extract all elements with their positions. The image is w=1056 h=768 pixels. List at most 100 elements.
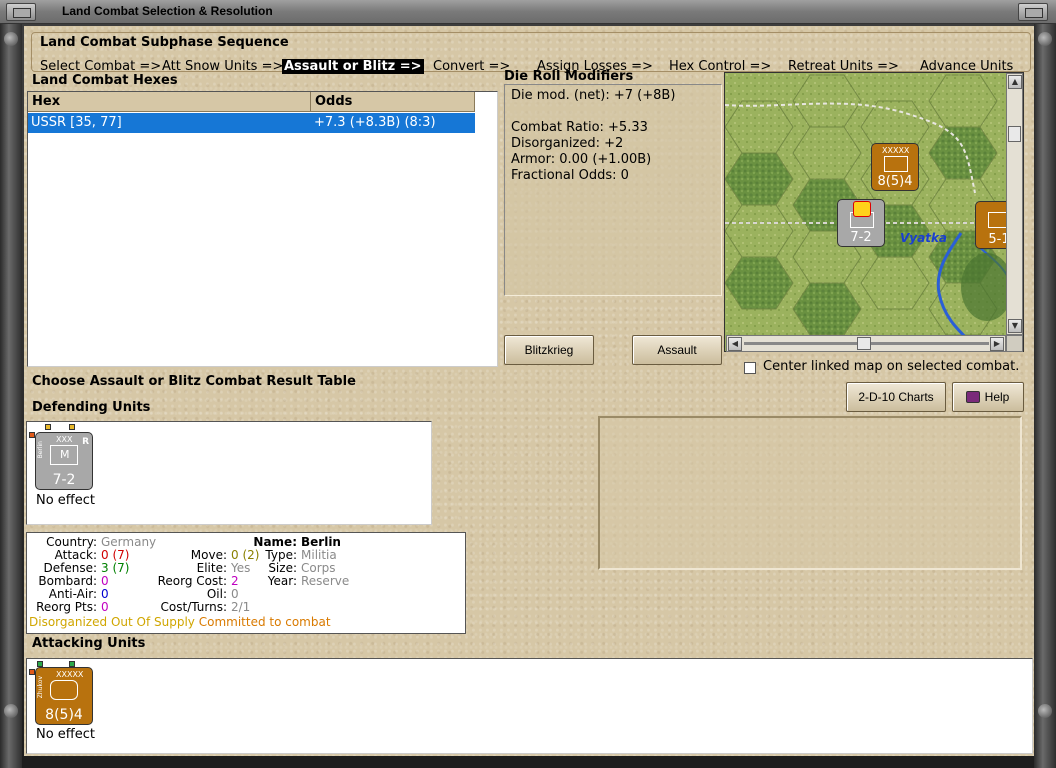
reorg-cost-label: Reorg Cost:	[157, 574, 227, 588]
window-close-button[interactable]	[1018, 3, 1048, 21]
bombard-label: Bombard:	[38, 574, 97, 588]
size-label: Size:	[268, 561, 297, 575]
column-header-odds[interactable]: Odds	[311, 92, 475, 112]
column-header-hex[interactable]: Hex	[28, 92, 311, 112]
step-att-snow-units: Att Snow Units =>	[162, 59, 284, 74]
window-menu-button[interactable]	[6, 3, 36, 21]
window-title: Land Combat Selection & Resolution	[62, 4, 273, 18]
defense-label: Defense:	[43, 561, 97, 575]
map-unit-zhukov[interactable]: XXXXX 8(5)4	[871, 143, 919, 191]
type-label: Type:	[265, 548, 297, 562]
linked-map[interactable]: Vyatka XXXXX 8(5)4 7-2 5-1	[724, 72, 1024, 352]
step-assault-or-blitz: Assault or Blitz =>	[282, 59, 424, 74]
assault-button[interactable]: Assault	[632, 335, 722, 365]
defending-units-title: Defending Units	[32, 400, 151, 415]
scroll-left-icon[interactable]: ◀	[728, 337, 742, 351]
scroll-down-icon[interactable]: ▼	[1008, 319, 1022, 333]
left-frame	[0, 24, 22, 768]
help-button-label: Help	[984, 390, 1010, 404]
center-map-label: Center linked map on selected combat.	[763, 359, 1020, 374]
modifier-disorganized: Disorganized: +2	[511, 136, 624, 151]
bolt-icon	[1038, 704, 1052, 718]
unit-strength: 7-2	[52, 472, 76, 488]
defending-unit-berlin[interactable]: Berlin XXX R M 7-2	[35, 432, 93, 490]
step-convert: Convert =>	[433, 59, 511, 74]
right-frame	[1034, 24, 1056, 768]
attack-potential: (7)	[112, 548, 130, 562]
status-out-of-supply: Out Of Supply	[110, 615, 195, 629]
modifiers-panel: Die mod. (net): +7 (+8B) Combat Ratio: +…	[504, 84, 722, 296]
oil-value: 0	[231, 587, 239, 601]
name-value: Berlin	[301, 535, 341, 549]
map-horizontal-scrollbar[interactable]: ◀ ▶	[726, 335, 1006, 352]
scroll-right-icon[interactable]: ▶	[990, 337, 1004, 351]
combat-hexes-title: Land Combat Hexes	[32, 73, 178, 88]
antiair-label: Anti-Air:	[48, 587, 97, 601]
help-book-icon	[966, 391, 980, 403]
vertical-scroll-thumb[interactable]	[1008, 126, 1021, 142]
horizontal-scroll-thumb[interactable]	[857, 337, 871, 350]
militia-symbol-icon: M	[50, 445, 78, 465]
attack-value: 0	[101, 548, 109, 562]
bombard-value: 0	[101, 574, 109, 588]
armor-symbol-icon	[50, 680, 78, 700]
blitzkrieg-button[interactable]: Blitzkrieg	[504, 335, 594, 365]
combat-explosion-icon	[853, 201, 871, 217]
unit-name: Zhukov	[37, 676, 44, 699]
modifier-net: Die mod. (net): +7 (+8B)	[511, 88, 676, 103]
armor-symbol-icon	[884, 156, 908, 172]
map-vertical-scrollbar[interactable]: ▲ ▼	[1006, 73, 1023, 335]
attack-label: Attack:	[54, 548, 97, 562]
status-line: Disorganized Out Of Supply Committed to …	[29, 615, 331, 629]
step-select-combat: Select Combat =>	[40, 59, 162, 74]
help-button[interactable]: Help	[952, 382, 1024, 412]
attacking-units-panel: Zhukov XXXXX 8(5)4 No effect	[26, 658, 1033, 754]
year-value: Reserve	[301, 574, 350, 588]
size-value: Corps	[301, 561, 336, 575]
bolt-icon	[1038, 32, 1052, 46]
reserve-mark: R	[82, 437, 89, 447]
dialog-content: Land Combat Subphase Sequence Select Com…	[24, 26, 1034, 756]
unit-info-panel: Country: Germany Attack: 0 (7) Defense: …	[26, 532, 466, 634]
defense-potential: (7)	[112, 561, 130, 575]
unit-size: XXXXX	[882, 146, 910, 155]
center-map-checkbox[interactable]	[744, 362, 756, 374]
country-label: Country:	[46, 535, 97, 549]
unit-type-mark: M	[60, 448, 70, 461]
antiair-value: 0	[101, 587, 109, 601]
combat-hex-row-hex[interactable]: USSR [35, 77]	[28, 113, 311, 133]
combat-hexes-list[interactable]: Hex Odds USSR [35, 77] +7.3 (+8.3B) (8:3…	[27, 91, 498, 367]
subphase-sequence: Land Combat Subphase Sequence Select Com…	[31, 32, 1031, 74]
charts-button[interactable]: 2-D-10 Charts	[846, 382, 946, 412]
modifier-combat-ratio: Combat Ratio: +5.33	[511, 120, 648, 135]
modifier-armor: Armor: 0.00 (+1.00B)	[511, 152, 652, 167]
name-label: Name:	[253, 535, 297, 549]
modifiers-title: Die Roll Modifiers	[504, 69, 634, 84]
cost-turns-label: Cost/Turns:	[160, 600, 227, 614]
defense-value: 3	[101, 561, 109, 575]
year-label: Year:	[267, 574, 297, 588]
defending-unit-result: No effect	[36, 493, 96, 508]
unit-strength: 8(5)4	[877, 174, 913, 189]
type-value: Militia	[301, 548, 337, 562]
status-disorganized: Disorganized	[29, 615, 108, 629]
move-label: Move:	[190, 548, 227, 562]
country-value: Germany	[101, 535, 157, 549]
reorg-pts-label: Reorg Pts:	[36, 600, 97, 614]
title-bar: Land Combat Selection & Resolution	[0, 0, 1056, 24]
unit-status-pip	[69, 424, 75, 430]
choose-crt-prompt: Choose Assault or Blitz Combat Result Ta…	[32, 374, 356, 389]
application-window: Land Combat Selection & Resolution Land …	[0, 0, 1056, 768]
unit-size: XXX	[56, 435, 73, 444]
status-committed: Committed to combat	[198, 615, 331, 629]
scroll-corner	[1006, 335, 1023, 352]
sequence-title: Land Combat Subphase Sequence	[40, 35, 289, 50]
bolt-icon	[4, 32, 18, 46]
oil-label: Oil:	[206, 587, 227, 601]
attacking-unit-result: No effect	[36, 727, 96, 742]
elite-label: Elite:	[196, 561, 227, 575]
combat-hex-row-odds[interactable]: +7.3 (+8.3B) (8:3)	[311, 113, 475, 133]
unit-strength: 7-2	[850, 230, 872, 245]
scroll-up-icon[interactable]: ▲	[1008, 75, 1022, 89]
attacking-unit-zhukov[interactable]: Zhukov XXXXX 8(5)4	[35, 667, 93, 725]
